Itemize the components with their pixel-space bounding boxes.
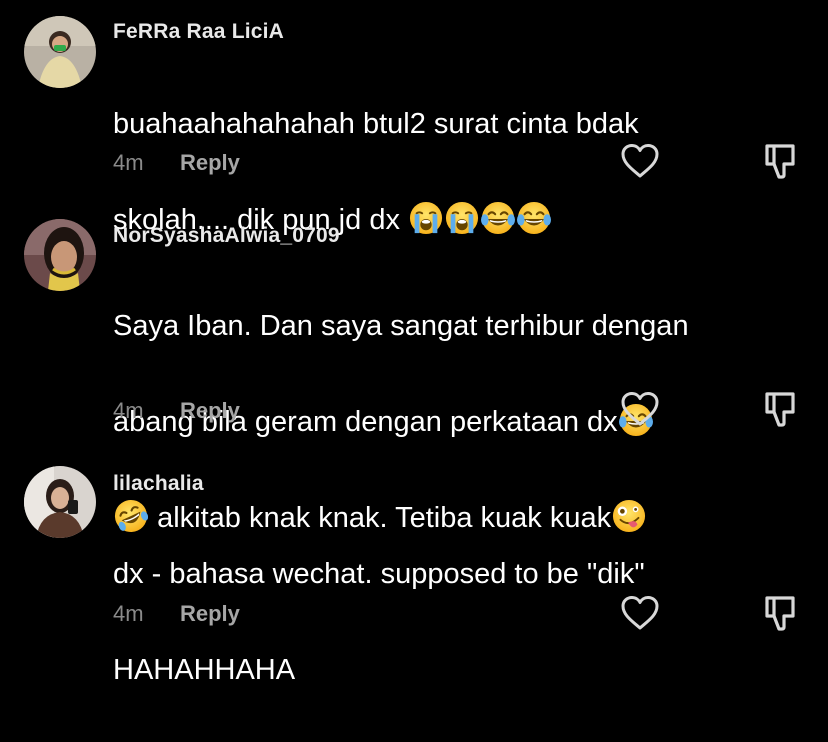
- comment-time: 4m: [113, 398, 144, 423]
- username[interactable]: NorSyashaAlwia_0709: [113, 224, 340, 248]
- comment-time: 4m: [113, 150, 144, 175]
- heart-icon[interactable]: [620, 595, 660, 631]
- avatar[interactable]: [24, 219, 96, 291]
- username[interactable]: FeRRa Raa LiciA: [113, 20, 284, 44]
- comment-text-line: dx - bahasa wechat. supposed to be "dik": [113, 558, 645, 590]
- loudly-crying-face-emoji-icon: [445, 201, 479, 235]
- username[interactable]: lilachalia: [113, 472, 204, 496]
- reply-button[interactable]: Reply: [180, 398, 240, 424]
- comment-text-line: Saya Iban. Dan saya sangat terhibur deng…: [113, 310, 689, 342]
- comment-text-line: buahaahahahahah btul2 surat cinta bdak: [113, 108, 639, 140]
- dislike-icon[interactable]: [760, 389, 800, 429]
- comment-time: 4m: [113, 601, 144, 626]
- face-with-tears-of-joy-emoji-icon: [517, 201, 551, 235]
- avatar[interactable]: [24, 466, 96, 538]
- comment-text-line: HAHAHHAHA: [113, 654, 296, 686]
- avatar[interactable]: [24, 16, 96, 88]
- dislike-icon[interactable]: [760, 593, 800, 633]
- loudly-crying-face-emoji-icon: [409, 201, 443, 235]
- reply-button[interactable]: Reply: [180, 601, 240, 627]
- heart-icon[interactable]: [620, 391, 660, 427]
- face-with-tears-of-joy-emoji-icon: [481, 201, 515, 235]
- reply-button[interactable]: Reply: [180, 150, 240, 176]
- heart-icon[interactable]: [620, 143, 660, 179]
- dislike-icon[interactable]: [760, 141, 800, 181]
